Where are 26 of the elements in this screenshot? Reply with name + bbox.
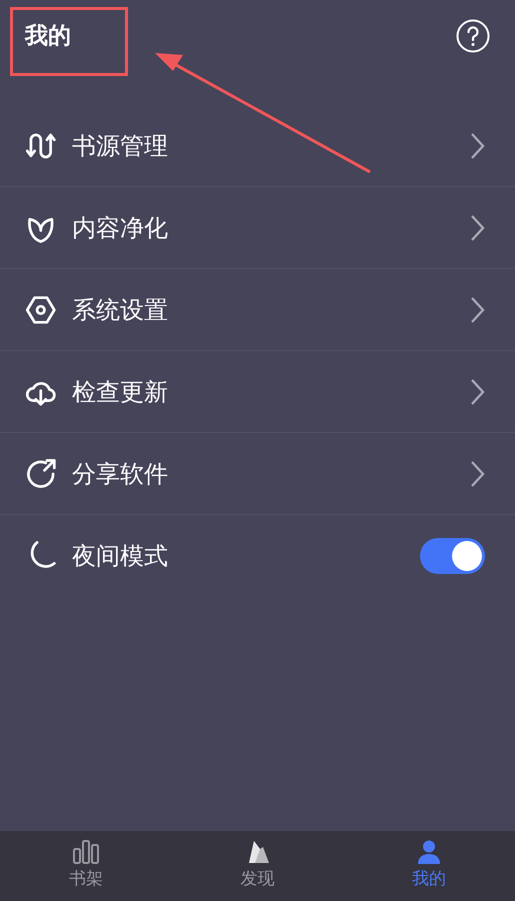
person-icon (416, 839, 442, 866)
menu-item[interactable]: 分享软件 (0, 433, 515, 515)
bar-chart-icon (72, 839, 100, 866)
tab[interactable]: 发现 (172, 831, 344, 901)
menu-label: 夜间模式 (72, 541, 169, 572)
toggle-switch[interactable] (420, 538, 485, 574)
menu-label: 分享软件 (72, 458, 169, 490)
chevron-right-icon (469, 378, 485, 406)
chevron-right-icon (469, 132, 485, 160)
menu-label: 系统设置 (72, 294, 169, 326)
menu-item[interactable]: 检查更新 (0, 351, 515, 433)
menu-item[interactable]: 夜间模式 (0, 515, 515, 597)
settings-icon (26, 294, 58, 326)
chevron-right-icon (469, 460, 485, 488)
chevron-right-icon (469, 214, 485, 242)
help-icon[interactable] (456, 19, 490, 53)
menu-item[interactable]: 内容净化 (0, 187, 515, 269)
menu-label: 书源管理 (72, 130, 169, 162)
tab[interactable]: 书架 (0, 831, 172, 901)
menu-label: 内容净化 (72, 212, 169, 244)
share-icon (26, 458, 58, 490)
menu-item[interactable]: 书源管理 (0, 105, 515, 187)
page-title: 我的 (25, 22, 71, 51)
chevron-right-icon (469, 296, 485, 324)
menu-label: 检查更新 (72, 376, 169, 408)
menu-item[interactable]: 系统设置 (0, 269, 515, 351)
